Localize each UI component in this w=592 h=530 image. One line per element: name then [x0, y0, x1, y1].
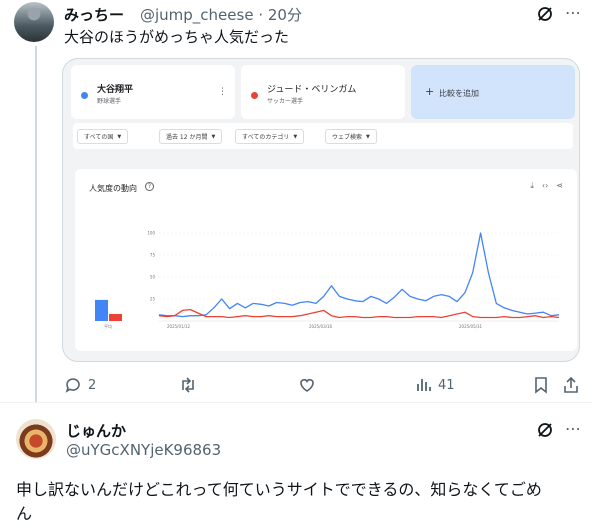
grok-icon[interactable] [534, 419, 556, 441]
thread-line [35, 46, 37, 402]
x-tick-label: 2025/05/31 [459, 324, 483, 329]
retweet-icon [182, 377, 194, 393]
author-handle[interactable]: @uYGcXNYjeK96863 [66, 441, 221, 459]
filter-chip-category: すべてのカテゴリ ▼ [235, 129, 305, 144]
y-tick-label: 50 [150, 275, 156, 280]
y-tick-label: 100 [147, 231, 155, 236]
term-name: 大谷翔平 [97, 85, 134, 95]
term-card-1: 大谷翔平 野球選手 ⋮ [71, 65, 235, 119]
filter-bar: すべての国 ▼ 過去 12 か月間 ▼ すべてのカテゴリ ▼ ウェブ検索 ▼ [73, 123, 573, 149]
views-button[interactable]: 41 [414, 376, 455, 394]
author-name[interactable]: みっちー [64, 4, 124, 25]
more-icon[interactable]: ⋯ [562, 1, 584, 23]
term-color-dot [251, 92, 258, 99]
bookmark-icon [535, 377, 547, 394]
reply-icon [65, 378, 80, 393]
x-tick-label: 2025/03/16 [309, 324, 333, 329]
tweet-text: 大谷のほうがめっちゃ人気だった [64, 28, 290, 46]
more-icon[interactable]: ⋯ [562, 417, 584, 439]
trend-chart: 100 75 50 25 平均 2025/01/12 2025/03/16 2025/05/3… [95, 231, 560, 329]
average-label: 平均 [104, 323, 112, 329]
retweet-button[interactable] [178, 376, 198, 394]
term-category: サッカー選手 [267, 98, 304, 105]
share-button[interactable] [562, 376, 580, 394]
y-tick-label: 25 [150, 297, 156, 302]
average-bar [109, 313, 122, 321]
term-category: 野球選手 [97, 98, 122, 105]
add-comparison: + 比較を追加 [411, 65, 575, 119]
author-handle[interactable]: @jump_cheese · 20分 [140, 4, 302, 25]
tweet-image[interactable]: 大谷翔平 野球選手 ⋮ ジュード・ベリンガム サッカー選手 + 比較を追加 すべ… [62, 58, 580, 362]
reply-count: 2 [88, 377, 97, 393]
reply-button[interactable]: 2 [64, 376, 96, 394]
share-icon [564, 376, 578, 393]
bookmark-button[interactable] [532, 376, 550, 394]
add-comparison-label: 比較を追加 [439, 89, 479, 98]
x-tick-label: 2025/01/12 [167, 324, 191, 329]
y-tick-label: 75 [150, 253, 156, 258]
filter-chip-country: すべての国 ▼ [77, 129, 129, 144]
trend-chart-card: 人気度の動向 ? ⤓ ‹› ⋖ 100 75 50 25 平均 2025/01/12 202… [75, 169, 577, 351]
series-line [158, 308, 560, 319]
tweet-text-line: ん [16, 504, 33, 523]
filter-chip-period: 過去 12 か月間 ▼ [159, 129, 223, 144]
avatar[interactable] [14, 2, 54, 42]
chevron-down-icon: ▼ [293, 133, 298, 140]
average-bar [95, 299, 108, 321]
grok-icon[interactable] [534, 3, 556, 25]
author-name[interactable]: じゅんか [66, 420, 126, 441]
divider [0, 402, 592, 403]
avatar[interactable] [16, 419, 56, 459]
term-color-dot [81, 92, 88, 99]
chevron-down-icon: ▼ [366, 133, 370, 140]
chevron-down-icon: ▼ [211, 133, 216, 140]
views-count: 41 [438, 377, 455, 393]
chevron-down-icon: ▼ [117, 133, 122, 140]
views-icon [417, 379, 431, 391]
term-menu-icon: ⋮ [218, 87, 227, 97]
plus-icon: + [425, 85, 435, 98]
term-card-2: ジュード・ベリンガム サッカー選手 [241, 65, 405, 119]
tweet-text-line: 申し訳ないんだけどこれって何ていうサイトでできるの、知らなくてごめ [16, 480, 542, 499]
heart-icon [300, 379, 314, 392]
term-name: ジュード・ベリンガム [267, 85, 357, 95]
like-button[interactable] [298, 376, 316, 394]
series-line [158, 232, 560, 318]
filter-chip-type: ウェブ検索 ▼ [325, 129, 377, 144]
